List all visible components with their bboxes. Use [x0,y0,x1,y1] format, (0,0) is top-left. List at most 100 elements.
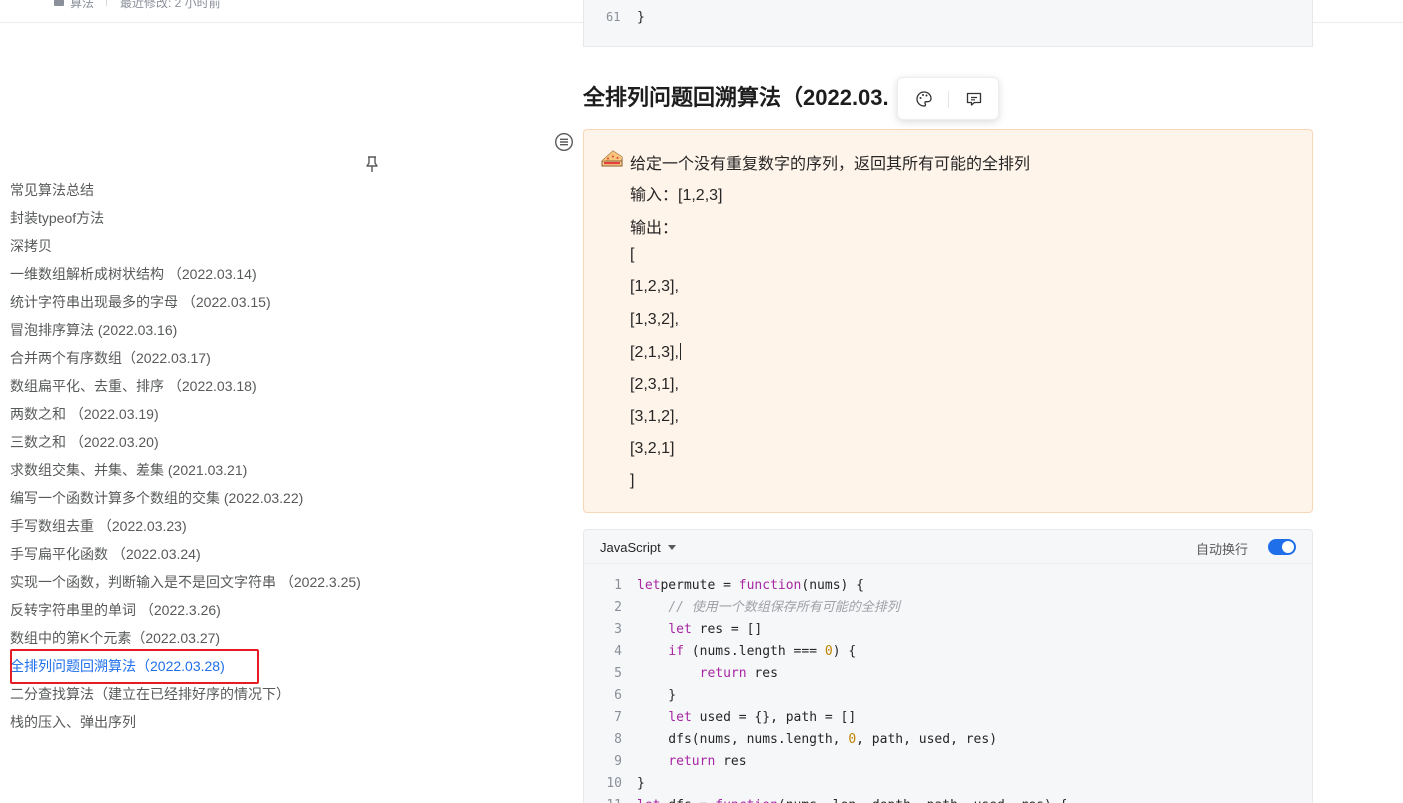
line-number: 61 [606,10,621,24]
code-text: } [637,773,645,795]
code-line: 11 let dfs = function(nums, len, depth, p… [584,795,1312,803]
code-token: 0 [824,644,833,659]
callout-text: [1,2,3], [630,278,679,295]
code-token: function [738,578,802,593]
callout-line: [3,1,2], [630,408,679,426]
code-line: 2 // 使用一个数组保存所有可能的全排列 [584,597,1312,619]
callout-text: [2,1,3], [630,344,679,361]
callout-text: [2,3,1], [630,376,679,393]
outline-item[interactable]: 求数组交集、并集、差集 (2021.03.21) [10,456,410,484]
code-content[interactable]: 1 letpermute = function(nums) {2 // 使用一个数… [584,575,1312,803]
callout-text: 给定一个没有重复数字的序列，返回其所有可能的全排列 [630,156,1031,173]
callout-line: [2,3,1], [630,376,679,394]
section-heading[interactable]: 全排列问题回溯算法（2022.03. [583,80,889,112]
outline-item[interactable]: 常见算法总结 [10,176,410,204]
code-token: return [668,754,716,769]
line-number: 5 [614,666,622,681]
callout-text: 输入：[1,2,3] [630,187,723,204]
floating-toolbar [897,77,999,120]
outline-item[interactable]: 一维数组解析成树状结构 （2022.03.14) [10,260,410,288]
callout-text: [1,3,2], [630,311,679,328]
code-text: let used = {}, path = [] [637,707,856,729]
code-token: return [699,666,747,681]
code-text: if (nums.length === 0) { [637,641,856,663]
code-text: dfs(nums, nums.length, 0, path, used, re… [637,729,997,751]
code-text: return res [637,751,747,773]
callout-line: ] [630,472,634,490]
category-label[interactable]: 算法 [70,0,94,11]
line-number: 8 [614,732,622,747]
callout-line: [ [630,246,634,264]
outline-item[interactable]: 深拷贝 [10,232,410,260]
outline-item[interactable]: 三数之和 （2022.03.20) [10,428,410,456]
outline-item[interactable]: 反转字符串里的单词 （2022.3.26) [10,596,410,624]
cake-emoji-icon [601,150,623,167]
callout-line: [2,1,3], [630,343,681,362]
code-token: res [715,754,747,769]
line-number: 10 [606,776,622,791]
code-token: (nums.length === [683,644,825,659]
outline-item[interactable]: 冒泡排序算法 (2022.03.16) [10,316,410,344]
code-line: 10} [584,773,1312,795]
code-token: let [637,578,661,593]
chevron-down-icon[interactable] [668,545,676,550]
code-token: let [637,798,660,803]
callout-text: ] [630,472,635,489]
code-line: 9 return res [584,751,1312,773]
callout-line: 给定一个没有重复数字的序列，返回其所有可能的全排列 [630,150,1030,174]
code-line: 5 return res [584,663,1312,685]
outline-item[interactable]: 栈的压入、弹出序列 [10,708,410,736]
callout-line: 输入：[1,2,3] [630,181,722,205]
outline-item[interactable]: 编写一个函数计算多个数组的交集 (2022.03.22) [10,484,410,512]
line-number: 6 [614,688,622,703]
comment-icon[interactable] [965,90,983,108]
callout-line: [1,2,3], [630,278,679,296]
line-number: 1 [614,578,622,593]
code-token: used = {}, path = [] [691,710,857,725]
outline-item[interactable]: 两数之和 （2022.03.19) [10,400,410,428]
auto-wrap-toggle[interactable] [1268,539,1296,555]
code-text: return res [637,663,778,685]
code-line: 3 let res = [] [584,619,1312,641]
callout-text: [ [630,246,635,263]
outline-item[interactable]: 数组扁平化、去重、排序 （2022.03.18) [10,372,410,400]
outline-item[interactable]: 合并两个有序数组（2022.03.17) [10,344,410,372]
code-line: 8 dfs(nums, nums.length, 0, path, used, … [584,729,1312,751]
palette-icon[interactable] [915,90,933,108]
line-number: 3 [614,622,622,637]
code-header: JavaScript 自动换行 [584,530,1312,564]
code-token: res [746,666,778,681]
line-number: 7 [614,710,622,725]
outline-item[interactable]: 手写数组去重 （2022.03.23) [10,512,410,540]
last-modified: 最近修改: 2 小时前 [120,0,221,10]
code-line: 1 letpermute = function(nums) { [584,575,1312,597]
outline-item[interactable]: 手写扁平化函数 （2022.03.24) [10,540,410,568]
callout-line: [1,3,2], [630,311,679,329]
callout-text: [3,1,2], [630,408,679,425]
outline-item[interactable]: 数组中的第K个元素（2022.03.27) [10,624,410,652]
outline-item[interactable]: 统计字符串出现最多的字母 （2022.03.15) [10,288,410,316]
text-cursor [679,343,681,360]
outline-item[interactable]: 实现一个函数，判断输入是不是回文字符串 （2022.3.25) [10,568,410,596]
pin-icon[interactable] [364,155,380,173]
code-token: } [637,776,645,791]
line-number: 11 [584,795,622,803]
code-token: dfs = [660,798,715,803]
callout-block[interactable]: 给定一个没有重复数字的序列，返回其所有可能的全排列 输入：[1,2,3] 输出： [ [… [583,129,1313,513]
outline-item[interactable]: 二分查找算法（建立在已经排好序的情况下） [10,680,410,708]
code-text: letpermute = function(nums) { [637,575,864,597]
code-token: res = [] [691,622,763,637]
code-line: 7 let used = {}, path = [] [584,707,1312,729]
callout-text: 输出： [630,220,679,237]
code-token: // 使用一个数组保存所有可能的全排列 [668,600,900,615]
code-token: permute = [660,578,739,593]
block-menu-icon[interactable] [554,132,574,152]
language-selector[interactable]: JavaScript [600,540,661,555]
code-block[interactable]: JavaScript 自动换行 1 letpermute = function(n… [583,529,1313,803]
code-token: if [668,644,684,659]
code-token: let [668,710,692,725]
callout-text: [3,2,1] [630,440,675,457]
active-item-highlight [10,649,259,684]
outline-item[interactable]: 封装typeof方法 [10,204,410,232]
